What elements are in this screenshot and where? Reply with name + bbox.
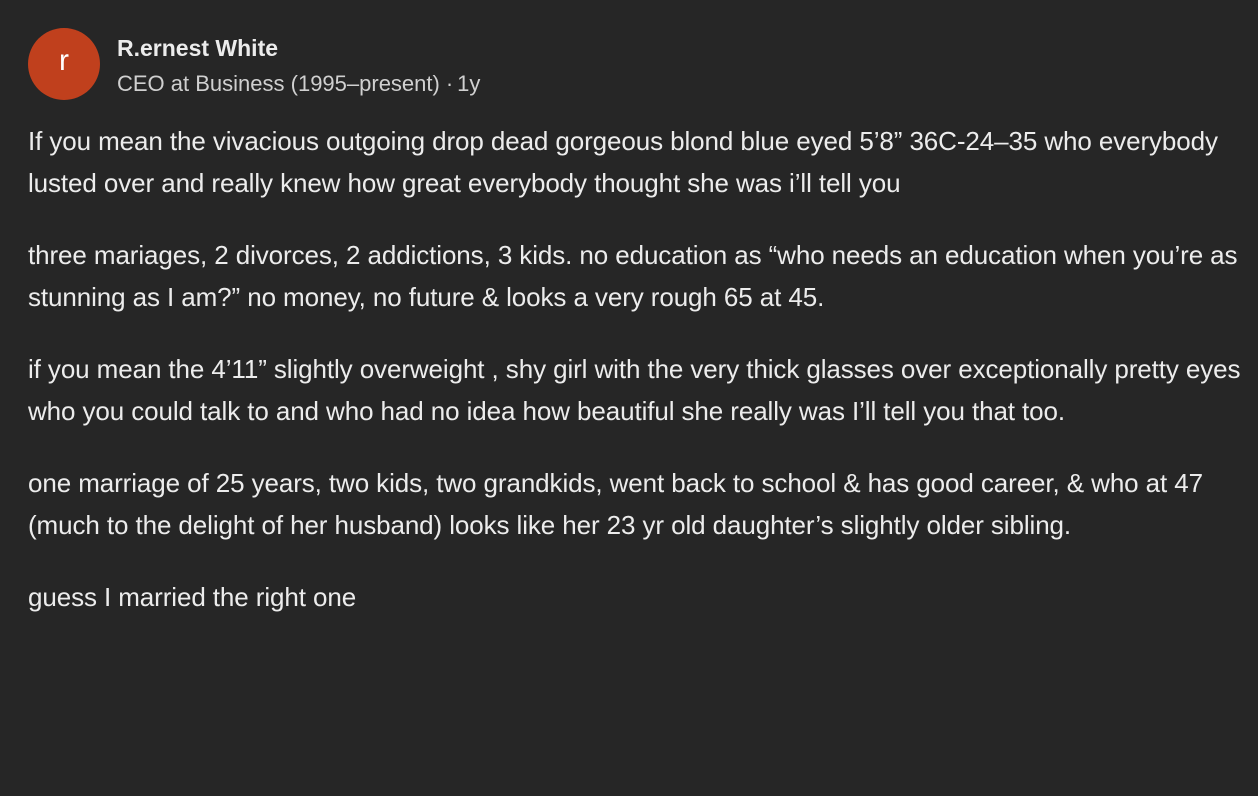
author-name-link[interactable]: R.ernest White [117,35,480,61]
answer-paragraph: one marriage of 25 years, two kids, two … [28,468,1203,540]
avatar[interactable]: r [28,28,100,100]
avatar-letter: r [59,44,69,77]
dot-separator: · [445,71,454,96]
answer-body: If you mean the vivacious outgoing drop … [28,120,1243,648]
answer-paragraph: If you mean the vivacious outgoing drop … [28,126,1218,198]
answer-timestamp-link[interactable]: 1y [457,71,480,96]
answer-paragraph: three mariages, 2 divorces, 2 addictions… [28,240,1238,312]
answer-paragraph: guess I married the right one [28,582,357,612]
answer-card: r R.ernest White CEO at Business (1995–p… [0,0,1258,796]
answer-paragraph: if you mean the 4’11” slightly overweigh… [28,354,1241,426]
author-meta: R.ernest White CEO at Business (1995–pre… [117,28,480,97]
author-credential: CEO at Business (1995–present) [117,71,440,96]
credential-row: CEO at Business (1995–present) · 1y [117,71,480,97]
answer-header: r R.ernest White CEO at Business (1995–p… [28,28,480,100]
